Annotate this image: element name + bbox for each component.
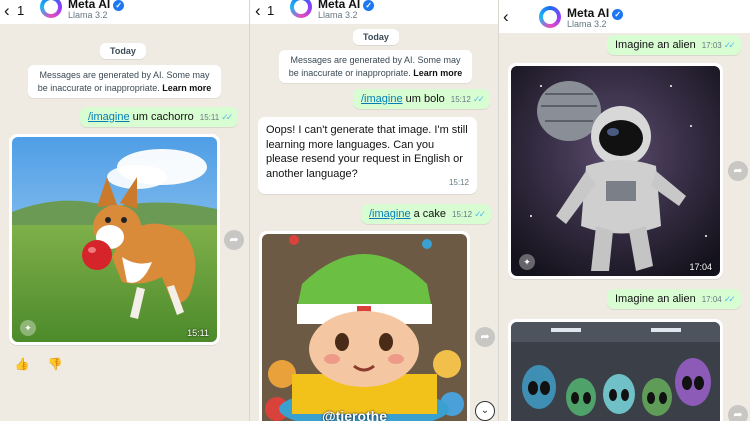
imagine-command[interactable]: /imagine: [369, 208, 411, 220]
forward-icon[interactable]: ➦: [475, 327, 495, 347]
image-timestamp: 15:11: [187, 328, 209, 338]
forward-icon[interactable]: ➦: [224, 230, 244, 250]
ai-disclaimer-notice: Messages are generated by AI. Some may b…: [279, 50, 472, 83]
aliens-illustration: [511, 322, 720, 421]
verified-badge-icon: ✓: [612, 9, 624, 20]
meta-ai-avatar[interactable]: [40, 0, 62, 18]
imagine-command[interactable]: /imagine: [88, 111, 130, 123]
chat-header: ‹ 1 Meta AI ✓ Llama 3.2: [250, 0, 498, 24]
image-timestamp: 17:04: [689, 262, 712, 272]
image-caption: @tierothe: [322, 408, 387, 421]
generated-image-card[interactable]: @tierothe: [259, 231, 470, 421]
verified-badge-icon: ✓: [113, 0, 125, 11]
scroll-down-icon[interactable]: ⌄: [475, 401, 495, 421]
back-arrow-icon[interactable]: ‹: [4, 2, 10, 19]
generated-image-card[interactable]: [508, 319, 723, 421]
outgoing-message[interactable]: Imagine an alien 17:03 ✓✓: [607, 35, 741, 55]
date-pill: Today: [100, 43, 146, 59]
cake-illustration: [262, 234, 467, 421]
astronaut-image[interactable]: ✦ 17:04: [511, 66, 720, 276]
read-ticks-icon: ✓✓: [472, 94, 485, 104]
verified-badge-icon: ✓: [363, 0, 375, 11]
incoming-message[interactable]: Oops! I can't generate that image. I'm s…: [258, 117, 477, 194]
forward-icon[interactable]: ➦: [728, 405, 748, 421]
outgoing-message[interactable]: /imagine a cake 15:12 ✓✓: [361, 204, 492, 224]
outgoing-message[interactable]: /imagine um bolo 15:12 ✓✓: [353, 89, 490, 109]
chat-panel-2: ‹ 1 Meta AI ✓ Llama 3.2 Today Messages ar…: [250, 0, 498, 421]
unread-count[interactable]: 1: [17, 3, 24, 18]
generated-image-card[interactable]: ✦ 17:04: [508, 63, 723, 279]
ai-disclaimer-notice: Messages are generated by AI. Some may b…: [28, 65, 221, 98]
meta-ai-avatar[interactable]: [539, 6, 561, 28]
chat-panel-3: ‹ Meta AI ✓ Llama 3.2 Imagine an alien 17:…: [499, 0, 750, 421]
chat-header: ‹ Meta AI ✓ Llama 3.2: [499, 0, 750, 33]
read-ticks-icon: ✓✓: [221, 112, 233, 122]
back-arrow-icon[interactable]: ‹: [503, 8, 509, 25]
ai-sparkle-icon: ✦: [519, 254, 535, 270]
chat-panel-1: ‹ 1 Meta AI ✓ Llama 3.2 Today Messages ar…: [0, 0, 249, 421]
cake-image[interactable]: @tierothe: [262, 234, 467, 421]
contact-subtitle: Llama 3.2: [318, 10, 358, 20]
astronaut-illustration: [511, 66, 720, 276]
read-ticks-icon: ✓✓: [723, 40, 736, 50]
learn-more-link[interactable]: Learn more: [413, 68, 462, 78]
back-arrow-icon[interactable]: ‹: [255, 2, 261, 19]
generated-image-card[interactable]: ✦ 15:11: [9, 134, 220, 345]
learn-more-link[interactable]: Learn more: [162, 83, 211, 93]
meta-ai-avatar[interactable]: [290, 0, 312, 18]
thumbs-down-icon[interactable]: 👎: [43, 352, 67, 376]
ai-sparkle-icon: ✦: [20, 320, 36, 336]
contact-name[interactable]: Meta AI ✓: [567, 6, 624, 20]
contact-subtitle: Llama 3.2: [68, 10, 108, 20]
outgoing-message[interactable]: Imagine an alien 17:04 ✓✓: [607, 289, 741, 309]
forward-icon[interactable]: ➦: [728, 161, 748, 181]
chat-header: ‹ 1 Meta AI ✓ Llama 3.2: [0, 0, 249, 24]
outgoing-message[interactable]: /imagine um cachorro 15:11 ✓✓: [80, 107, 239, 127]
aliens-image[interactable]: [511, 322, 720, 421]
thumbs-up-icon[interactable]: 👍: [10, 352, 34, 376]
corgi-image[interactable]: ✦ 15:11: [12, 137, 217, 342]
contact-subtitle: Llama 3.2: [567, 19, 607, 29]
corgi-illustration: [12, 137, 217, 342]
read-ticks-icon: ✓✓: [723, 294, 736, 304]
imagine-command[interactable]: /imagine: [361, 93, 403, 105]
date-pill: Today: [353, 29, 399, 45]
unread-count[interactable]: 1: [267, 3, 274, 18]
read-ticks-icon: ✓✓: [474, 209, 486, 219]
